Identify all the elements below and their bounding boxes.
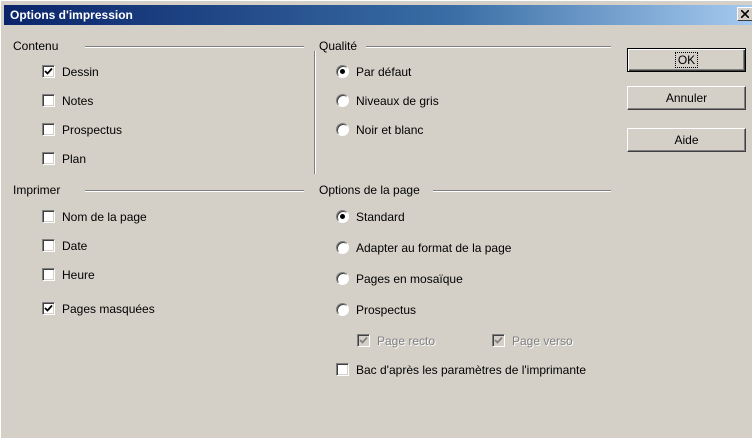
- prospectus-radio-circle: [336, 303, 349, 316]
- date-label: Date: [62, 239, 88, 253]
- page-recto-label: Page recto: [377, 334, 436, 348]
- par-defaut-label: Par défaut: [356, 65, 412, 79]
- pages-mosaique-radio-circle: [336, 272, 349, 285]
- options-page-title: Options de la page: [319, 183, 424, 197]
- qualite-separator: [366, 46, 611, 48]
- heure-label: Heure: [62, 268, 95, 282]
- window-title: Options d'impression: [10, 8, 133, 22]
- ok-button-label: OK: [674, 52, 699, 68]
- nom-de-la-page-label: Nom de la page: [62, 210, 147, 224]
- cancel-button[interactable]: Annuler: [627, 86, 746, 110]
- noir-et-blanc-radio-circle: [336, 123, 349, 136]
- close-icon: [741, 10, 749, 18]
- niveaux-de-gris-radio-circle: [336, 94, 349, 107]
- imprimer-title: Imprimer: [13, 183, 65, 197]
- pages-mosaique-label: Pages en mosaïque: [356, 272, 463, 286]
- help-button-label: Aide: [674, 133, 699, 147]
- contenu-title: Contenu: [13, 39, 63, 53]
- noir-et-blanc-label: Noir et blanc: [356, 123, 424, 137]
- prospectus-label: Prospectus: [62, 123, 123, 137]
- niveaux-de-gris-label: Niveaux de gris: [356, 94, 439, 108]
- page-verso-checkbox-box: [492, 334, 505, 347]
- print-options-dialog: Options d'impression Contenu Dessin Note…: [0, 0, 752, 438]
- plan-label: Plan: [62, 152, 87, 166]
- close-button[interactable]: [737, 7, 752, 21]
- imprimer-separator: [85, 190, 304, 192]
- dessin-label: Dessin: [62, 65, 99, 79]
- check-icon: [494, 336, 503, 344]
- standard-radio-circle: [336, 210, 349, 223]
- adapter-format-label: Adapter au format de la page: [356, 241, 512, 255]
- par-defaut-radio-circle: [336, 65, 349, 78]
- bac-imprimante-label: Bac d'après les paramètres de l'impriman…: [356, 363, 587, 377]
- qualite-title: Qualité: [319, 39, 362, 53]
- notes-checkbox-box: [42, 94, 55, 107]
- check-icon: [44, 67, 53, 75]
- contenu-separator: [85, 46, 304, 48]
- check-icon: [359, 336, 368, 344]
- pages-masquees-checkbox-box: [42, 302, 55, 315]
- bac-imprimante-checkbox-box: [336, 363, 349, 376]
- page-recto-checkbox-box: [357, 334, 370, 347]
- options-page-separator: [433, 190, 611, 192]
- prospectus-checkbox-box: [42, 123, 55, 136]
- page-verso-label: Page verso: [512, 334, 573, 348]
- dessin-checkbox-box: [42, 65, 55, 78]
- notes-label: Notes: [62, 94, 94, 108]
- check-icon: [44, 304, 53, 312]
- date-checkbox-box: [42, 239, 55, 252]
- help-button[interactable]: Aide: [627, 128, 746, 152]
- prospectus-radio-label: Prospectus: [356, 303, 417, 317]
- plan-checkbox-box: [42, 152, 55, 165]
- cancel-button-label: Annuler: [665, 91, 708, 105]
- title-bar: Options d'impression: [4, 5, 752, 25]
- heure-checkbox-box: [42, 268, 55, 281]
- pages-masquees-label: Pages masquées: [62, 302, 155, 316]
- standard-label: Standard: [356, 210, 405, 224]
- column-divider: [314, 51, 316, 174]
- nom-de-la-page-checkbox-box: [42, 210, 55, 223]
- ok-button[interactable]: OK: [627, 48, 746, 72]
- adapter-format-radio-circle: [336, 241, 349, 254]
